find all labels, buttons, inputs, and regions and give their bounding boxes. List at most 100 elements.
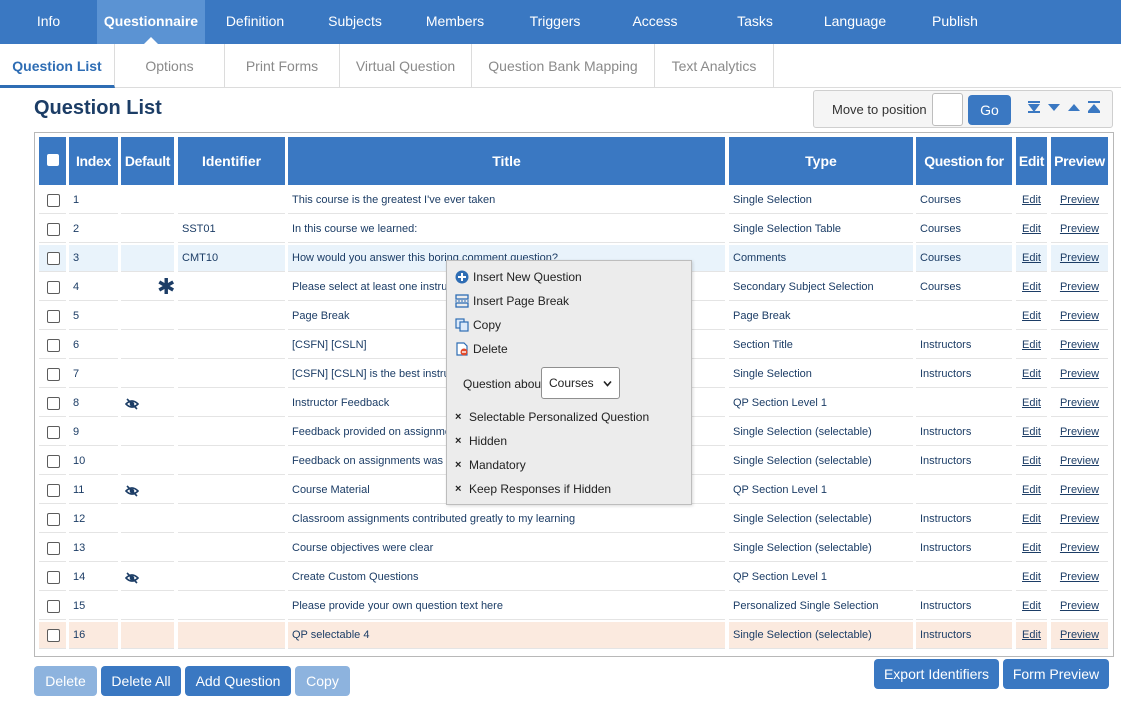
table-row[interactable]: 14 Create Custom Questions QP Section Leve…: [39, 564, 1109, 591]
selectable-personalized-toggle[interactable]: Selectable Personalized Question: [469, 409, 649, 425]
edit-link[interactable]: Edit: [1016, 593, 1047, 619]
row-checkbox[interactable]: [47, 455, 60, 468]
delete-button[interactable]: Delete: [34, 666, 97, 696]
tab-access[interactable]: Access: [605, 0, 705, 44]
edit-link[interactable]: Edit: [1016, 245, 1047, 271]
move-down-icon[interactable]: [1047, 100, 1061, 114]
preview-link[interactable]: Preview: [1051, 564, 1108, 590]
move-to-top-icon[interactable]: [1087, 100, 1101, 114]
preview-link[interactable]: Preview: [1051, 361, 1108, 387]
header-question-for[interactable]: Question for: [916, 137, 1012, 185]
preview-link[interactable]: Preview: [1051, 593, 1108, 619]
edit-link[interactable]: Edit: [1016, 390, 1047, 416]
preview-link[interactable]: Preview: [1051, 419, 1108, 445]
cell-index: 11: [69, 477, 118, 504]
row-checkbox[interactable]: [47, 629, 60, 642]
row-checkbox[interactable]: [47, 426, 60, 439]
edit-link[interactable]: Edit: [1016, 361, 1047, 387]
table-row[interactable]: 1 This course is the greatest I've ever t…: [39, 187, 1109, 214]
header-title[interactable]: Title: [288, 137, 725, 185]
table-row[interactable]: 2 SST01 In this course we learned: Single S…: [39, 216, 1109, 243]
position-input[interactable]: [932, 93, 963, 126]
delete-item[interactable]: Delete: [473, 341, 508, 357]
row-checkbox[interactable]: [47, 513, 60, 526]
edit-link[interactable]: Edit: [1016, 187, 1047, 213]
row-checkbox[interactable]: [47, 397, 60, 410]
row-checkbox[interactable]: [47, 281, 60, 294]
tab-subjects[interactable]: Subjects: [305, 0, 405, 44]
export-identifiers-button[interactable]: Export Identifiers: [874, 659, 999, 689]
preview-link[interactable]: Preview: [1051, 274, 1108, 300]
preview-link[interactable]: Preview: [1051, 303, 1108, 329]
table-row[interactable]: 16 QP selectable 4 Single Selection (selec…: [39, 622, 1109, 649]
tab-definition[interactable]: Definition: [205, 0, 305, 44]
tab-publish[interactable]: Publish: [905, 0, 1005, 44]
subtab-virtual-question[interactable]: Virtual Question: [340, 44, 472, 88]
preview-link[interactable]: Preview: [1051, 187, 1108, 213]
keep-responses-toggle[interactable]: Keep Responses if Hidden: [469, 481, 611, 497]
row-checkbox[interactable]: [47, 310, 60, 323]
preview-link[interactable]: Preview: [1051, 245, 1108, 271]
subtab-text-analytics[interactable]: Text Analytics: [655, 44, 774, 88]
edit-link[interactable]: Edit: [1016, 622, 1047, 648]
header-type[interactable]: Type: [729, 137, 913, 185]
row-checkbox[interactable]: [47, 571, 60, 584]
header-identifier[interactable]: Identifier: [178, 137, 285, 185]
edit-link[interactable]: Edit: [1016, 448, 1047, 474]
select-all-checkbox[interactable]: [47, 154, 59, 166]
insert-new-question-item[interactable]: Insert New Question: [473, 269, 582, 285]
row-checkbox[interactable]: [47, 600, 60, 613]
header-default[interactable]: Default: [121, 137, 174, 185]
preview-link[interactable]: Preview: [1051, 332, 1108, 358]
preview-link[interactable]: Preview: [1051, 622, 1108, 648]
row-checkbox[interactable]: [47, 223, 60, 236]
delete-all-button[interactable]: Delete All: [101, 666, 181, 696]
row-checkbox[interactable]: [47, 252, 60, 265]
table-row[interactable]: 13 Course objectives were clear Single Sel…: [39, 535, 1109, 562]
go-button[interactable]: Go: [968, 95, 1011, 125]
subtab-question-bank-mapping[interactable]: Question Bank Mapping: [472, 44, 655, 88]
edit-link[interactable]: Edit: [1016, 216, 1047, 242]
tab-language[interactable]: Language: [805, 0, 905, 44]
tab-info[interactable]: Info: [0, 0, 97, 44]
insert-page-break-item[interactable]: Insert Page Break: [473, 293, 569, 309]
row-checkbox[interactable]: [47, 194, 60, 207]
preview-link[interactable]: Preview: [1051, 506, 1108, 532]
preview-link[interactable]: Preview: [1051, 535, 1108, 561]
edit-link[interactable]: Edit: [1016, 332, 1047, 358]
form-preview-button[interactable]: Form Preview: [1003, 659, 1109, 689]
add-question-button[interactable]: Add Question: [185, 666, 291, 696]
tab-triggers[interactable]: Triggers: [505, 0, 605, 44]
edit-link[interactable]: Edit: [1016, 564, 1047, 590]
preview-link[interactable]: Preview: [1051, 477, 1108, 503]
move-to-bottom-icon[interactable]: [1027, 100, 1041, 114]
tab-members[interactable]: Members: [405, 0, 505, 44]
preview-link[interactable]: Preview: [1051, 216, 1108, 242]
question-about-select[interactable]: Courses: [541, 367, 620, 399]
edit-link[interactable]: Edit: [1016, 506, 1047, 532]
table-row[interactable]: 15 Please provide your own question text …: [39, 593, 1109, 620]
subtab-question-list[interactable]: Question List: [0, 44, 115, 88]
preview-link[interactable]: Preview: [1051, 448, 1108, 474]
edit-link[interactable]: Edit: [1016, 419, 1047, 445]
preview-link[interactable]: Preview: [1051, 390, 1108, 416]
mandatory-toggle[interactable]: Mandatory: [469, 457, 526, 473]
subtab-print-forms[interactable]: Print Forms: [225, 44, 340, 88]
move-up-icon[interactable]: [1067, 100, 1081, 114]
copy-button[interactable]: Copy: [295, 666, 350, 696]
tab-questionnaire[interactable]: Questionnaire: [97, 0, 205, 44]
row-checkbox[interactable]: [47, 542, 60, 555]
table-row[interactable]: 12 Classroom assignments contributed grea…: [39, 506, 1109, 533]
edit-link[interactable]: Edit: [1016, 274, 1047, 300]
edit-link[interactable]: Edit: [1016, 535, 1047, 561]
copy-item[interactable]: Copy: [473, 317, 501, 333]
header-index[interactable]: Index: [69, 137, 118, 185]
row-checkbox[interactable]: [47, 339, 60, 352]
subtab-options[interactable]: Options: [115, 44, 225, 88]
edit-link[interactable]: Edit: [1016, 303, 1047, 329]
edit-link[interactable]: Edit: [1016, 477, 1047, 503]
row-checkbox[interactable]: [47, 484, 60, 497]
tab-tasks[interactable]: Tasks: [705, 0, 805, 44]
row-checkbox[interactable]: [47, 368, 60, 381]
hidden-toggle[interactable]: Hidden: [469, 433, 507, 449]
